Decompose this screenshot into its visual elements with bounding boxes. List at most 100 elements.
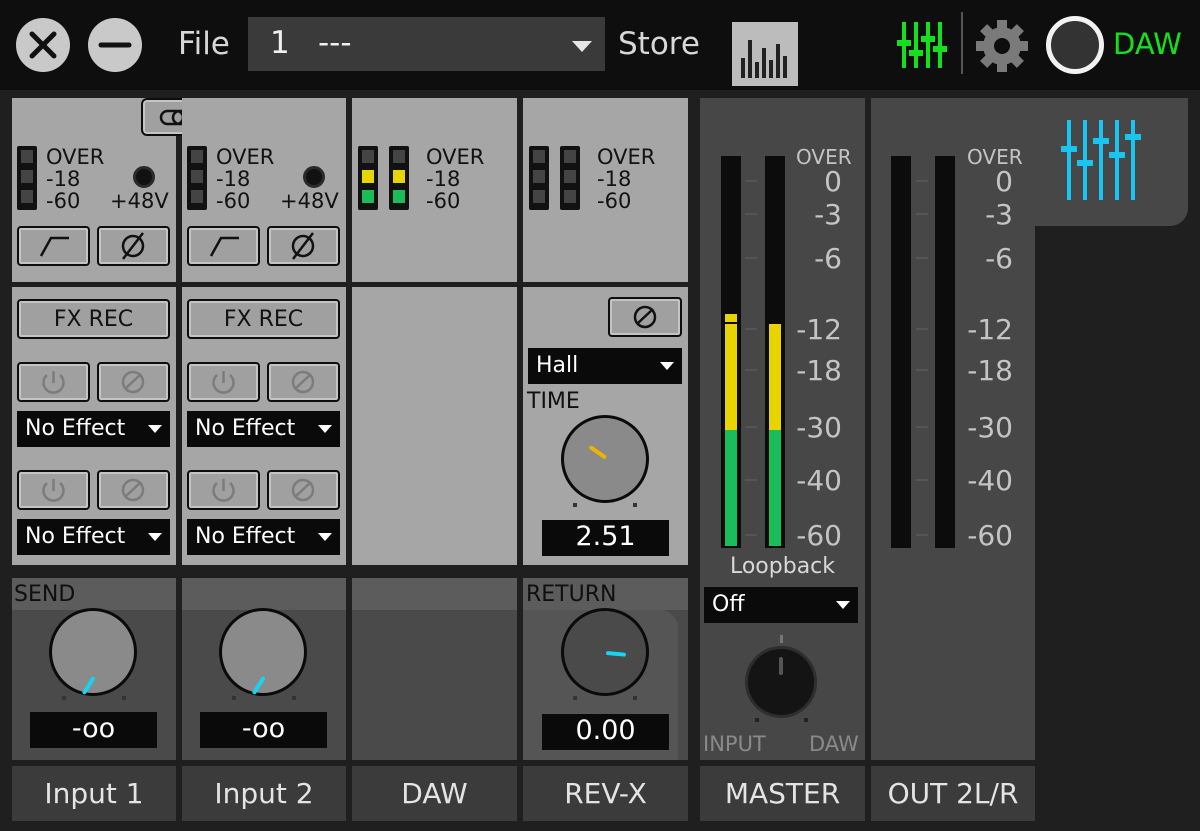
chevron-down-icon (318, 425, 332, 433)
input2-effect1-power-button[interactable] (187, 362, 260, 402)
gear-icon (976, 20, 1028, 72)
top-bar: File 1 --- Store DAW (0, 0, 1200, 90)
input1-effect-panel: FX REC No Effect No Effect (12, 287, 176, 565)
knob-indicator (251, 675, 266, 696)
minus18-label: -18 (46, 167, 81, 191)
out2-meter-left (891, 156, 911, 548)
input2-effect1-select[interactable]: No Effect (187, 411, 340, 447)
mixer-tab[interactable] (1035, 98, 1188, 226)
phantom-label: +48V (110, 189, 169, 213)
input1-highpass-button[interactable] (17, 226, 90, 266)
phantom-led-icon[interactable] (303, 166, 325, 188)
master-channel-label[interactable]: MASTER (700, 766, 865, 821)
topbar-divider (961, 12, 963, 74)
revx-return-knob[interactable] (561, 608, 649, 696)
mix-input-label: INPUT (703, 732, 766, 756)
phase-invert-icon (291, 232, 315, 260)
revx-meter-right (560, 146, 580, 210)
revx-type-select[interactable]: Hall (528, 348, 682, 384)
edit-icon (291, 478, 315, 502)
input2-effect2-select[interactable]: No Effect (187, 519, 340, 555)
app-window: File 1 --- Store DAW OVER -18 -60 +48V F… (0, 0, 1200, 831)
input1-phase-button[interactable] (97, 226, 170, 266)
input1-effect1-select[interactable]: No Effect (17, 411, 170, 447)
input1-send-knob[interactable] (49, 608, 137, 696)
over-label: OVER (597, 145, 656, 169)
minus18-label: -18 (216, 167, 251, 191)
edit-icon (633, 305, 657, 329)
mixer-button[interactable] (896, 20, 950, 70)
daw-meter-left (358, 146, 378, 210)
revx-channel-label[interactable]: REV-X (523, 766, 688, 821)
input2-effect2-power-button[interactable] (187, 470, 260, 510)
input1-effect1-power-button[interactable] (17, 362, 90, 402)
knob-indicator (605, 651, 627, 657)
over-label: OVER (216, 145, 275, 169)
loopback-select[interactable]: Off (704, 587, 858, 623)
close-icon (29, 31, 57, 59)
input2-send-panel: -oo (182, 578, 346, 760)
phantom-led-icon[interactable] (133, 166, 155, 188)
minus18-label: -18 (597, 167, 632, 191)
input2-effect1-edit-button[interactable] (267, 362, 340, 402)
master-panel: OVER 0 -3 -6 -12 -18 -30 -40 -60 Loopbac… (700, 98, 865, 760)
file-select[interactable]: 1 --- (248, 17, 605, 71)
input2-channel-label[interactable]: Input 2 (182, 766, 346, 821)
input1-effect2-edit-button[interactable] (97, 470, 170, 510)
minus60-label: -60 (597, 189, 632, 213)
power-icon (212, 371, 235, 394)
store-button[interactable]: Store (618, 29, 700, 60)
minimize-icon (98, 42, 132, 48)
daw-label: DAW (1113, 27, 1182, 61)
meter-view-button[interactable] (732, 22, 798, 86)
daw-connection-toggle[interactable] (1046, 16, 1104, 74)
phantom-label: +48V (280, 189, 339, 213)
over-label: OVER (46, 145, 105, 169)
input2-phase-button[interactable] (267, 226, 340, 266)
meter-bars-icon (741, 40, 787, 78)
revx-time-knob[interactable] (561, 415, 649, 503)
settings-button[interactable] (974, 18, 1030, 74)
input2-send-value[interactable]: -oo (200, 712, 327, 748)
time-label: TIME (527, 389, 580, 414)
chevron-down-icon (572, 41, 592, 52)
knob-indicator (81, 675, 96, 696)
phase-invert-icon (121, 232, 145, 260)
knob-indicator (588, 444, 608, 460)
minimize-button[interactable] (88, 18, 142, 72)
minus60-label: -60 (216, 189, 251, 213)
input1-effect1-edit-button[interactable] (97, 362, 170, 402)
input1-channel-label[interactable]: Input 1 (12, 766, 176, 821)
daw-channel-label[interactable]: DAW (352, 766, 517, 821)
mixer-faders-icon (897, 22, 947, 68)
meter-fill-yellow (769, 324, 781, 430)
minus60-label: -60 (426, 189, 461, 213)
out2-panel: OVER 0 -3 -6 -12 -18 -30 -40 -60 (871, 98, 1035, 760)
chevron-down-icon (836, 601, 850, 609)
mixer-faders-icon (1061, 120, 1141, 200)
input2-send-knob[interactable] (219, 608, 307, 696)
revx-edit-button[interactable] (608, 297, 682, 337)
meter-fill-green (725, 430, 737, 546)
input2-highpass-button[interactable] (187, 226, 260, 266)
input1-effect2-select[interactable]: No Effect (17, 519, 170, 555)
revx-meter-left (529, 146, 549, 210)
input2-effect2-edit-button[interactable] (267, 470, 340, 510)
revx-time-value[interactable]: 2.51 (542, 520, 669, 556)
out2-channel-label[interactable]: OUT 2L/R (871, 766, 1035, 821)
power-icon (212, 479, 235, 502)
input2-fx-rec-button[interactable]: FX REC (187, 299, 340, 339)
revx-return-value[interactable]: 0.00 (542, 714, 669, 750)
daw-effect-panel (352, 287, 517, 565)
close-button[interactable] (16, 18, 70, 72)
input1-fx-rec-button[interactable]: FX REC (17, 299, 170, 339)
meter-fill-yellow (725, 324, 737, 430)
master-monitor-mix-knob[interactable] (745, 646, 817, 718)
revx-effect-panel: Hall TIME 2.51 (523, 287, 688, 565)
revx-return-panel: RETURN 0.00 (523, 578, 688, 760)
edit-icon (121, 370, 145, 394)
send-label: SEND (14, 582, 76, 607)
return-label: RETURN (526, 582, 617, 607)
input1-effect2-power-button[interactable] (17, 470, 90, 510)
input1-send-value[interactable]: -oo (30, 712, 157, 748)
